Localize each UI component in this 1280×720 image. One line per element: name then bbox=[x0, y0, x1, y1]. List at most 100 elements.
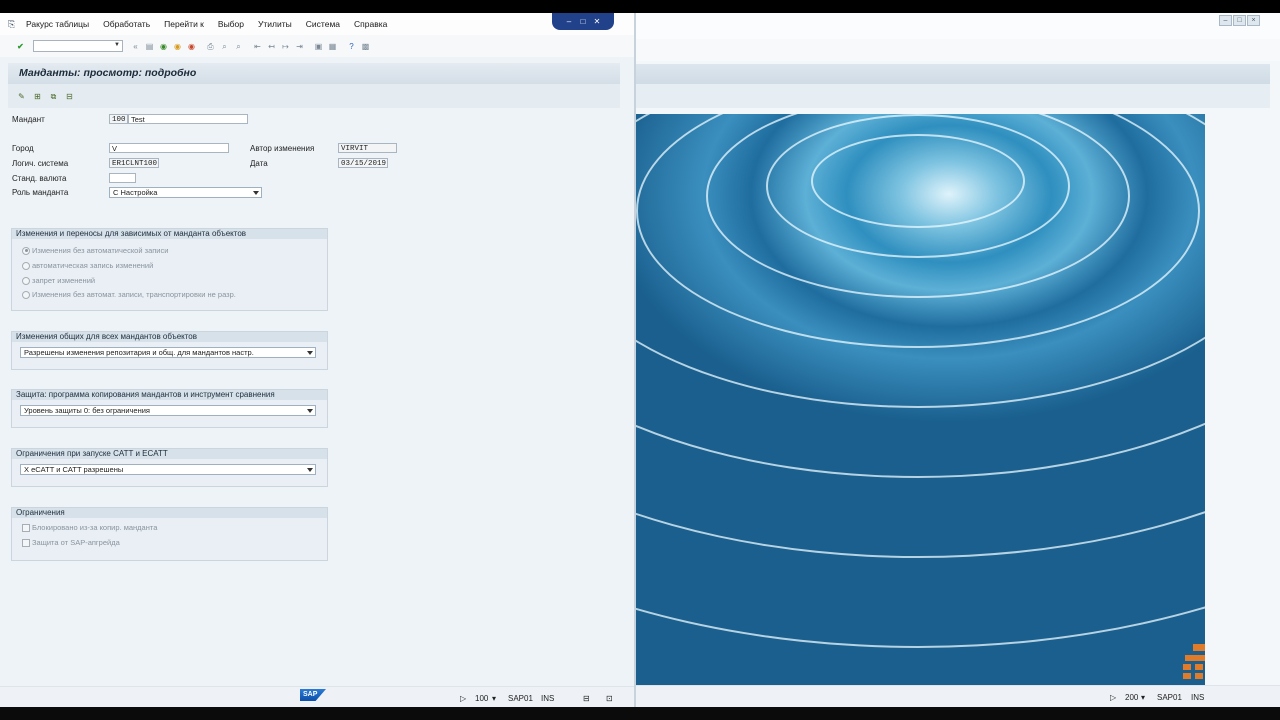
radio-button[interactable] bbox=[22, 276, 30, 285]
menu-item-help[interactable]: Справка bbox=[354, 19, 387, 29]
sap-main-window: ⎘ Ракурс таблицы Обработать Перейти к Вы… bbox=[0, 13, 636, 708]
checkbox[interactable] bbox=[22, 523, 30, 532]
catt-group: Ограничения при запуске CATT и ECATT X e… bbox=[11, 448, 328, 487]
city-field[interactable]: V bbox=[109, 143, 229, 153]
protection-dropdown[interactable]: Уровень защиты 0: без ограничения bbox=[20, 405, 316, 416]
copy-icon[interactable]: ⧉ bbox=[48, 91, 59, 102]
play-icon[interactable]: ▷ bbox=[460, 694, 466, 703]
cross-client-dropdown[interactable]: Разрешены изменения репозитария и общ. д… bbox=[20, 347, 316, 358]
previous-page-icon[interactable]: ↤ bbox=[266, 41, 277, 52]
currency-field[interactable] bbox=[109, 173, 136, 183]
cross-client-group-title: Изменения общих для всех мандантов объек… bbox=[12, 332, 327, 342]
radio-button[interactable] bbox=[22, 246, 30, 255]
layout-menu-icon[interactable]: ▩ bbox=[360, 41, 371, 52]
catt-group-title: Ограничения при запуске CATT и ECATT bbox=[12, 449, 327, 459]
minimize-icon[interactable]: – bbox=[1219, 15, 1232, 26]
close-icon[interactable]: ✕ bbox=[592, 17, 602, 26]
back-icon[interactable]: ◉ bbox=[158, 41, 169, 52]
chevron-down-icon[interactable] bbox=[253, 191, 259, 195]
background-app-toolbar bbox=[636, 84, 1270, 108]
chevron-down-icon[interactable] bbox=[307, 468, 313, 472]
display-change-icon[interactable]: ✎ bbox=[16, 91, 27, 102]
changed-by-label: Автор изменения bbox=[250, 144, 315, 153]
close-icon[interactable]: × bbox=[1247, 15, 1260, 26]
logical-system-field[interactable]: ER1CLNT100 bbox=[109, 158, 159, 168]
currency-label: Станд. валюта bbox=[12, 174, 67, 183]
checkbox-option[interactable]: Блокировано из-за копир. мандантa bbox=[22, 523, 157, 532]
checkbox-label: Блокировано из-за копир. мандантa bbox=[32, 523, 158, 532]
cross-client-value: Разрешены изменения репозитария и общ. д… bbox=[24, 348, 254, 357]
save-icon[interactable]: ▤ bbox=[144, 41, 155, 52]
menu-item-utilities[interactable]: Утилиты bbox=[258, 19, 292, 29]
client-changes-group: Изменения и переносы для зависимых от ма… bbox=[11, 228, 328, 311]
chevron-down-icon[interactable] bbox=[307, 409, 313, 413]
minimize-icon[interactable]: – bbox=[564, 17, 574, 26]
radio-option[interactable]: запрет изменений bbox=[22, 276, 95, 285]
lock-icon[interactable]: ⊡ bbox=[606, 694, 613, 703]
radio-option-label: Изменения без автомат. записи, транспорт… bbox=[32, 290, 236, 299]
next-page-icon[interactable]: ↦ bbox=[280, 41, 291, 52]
menu-item-selection[interactable]: Выбор bbox=[218, 19, 244, 29]
radio-option-label: запрет изменений bbox=[32, 276, 96, 285]
date-field: 03/15/2019 bbox=[338, 158, 388, 168]
menu-item-system[interactable]: Система bbox=[306, 19, 340, 29]
application-toolbar: ✎ ⊞ ⧉ ⊟ bbox=[8, 84, 620, 108]
background-window-controls[interactable]: – □ × bbox=[1219, 15, 1260, 26]
chevron-down-icon[interactable]: ▼ bbox=[114, 42, 120, 48]
catt-dropdown[interactable]: X eCATT и CATT разрешены bbox=[20, 464, 316, 475]
client-label: Мандант bbox=[12, 115, 45, 124]
checkbox-option[interactable]: Защита от SAP-апгрейда bbox=[22, 538, 120, 547]
app-menu-icon[interactable]: ⎘ bbox=[8, 19, 20, 29]
cross-client-group: Изменения общих для всех мандантов объек… bbox=[11, 331, 328, 370]
client-name-field[interactable]: Test bbox=[128, 114, 248, 124]
exit-icon[interactable]: ◉ bbox=[172, 41, 183, 52]
menu-bar: ⎘ Ракурс таблицы Обработать Перейти к Вы… bbox=[0, 13, 634, 35]
menu-item-goto[interactable]: Перейти к bbox=[164, 19, 204, 29]
radio-option[interactable]: Изменения без автомат. записи, транспорт… bbox=[22, 290, 236, 299]
client-role-dropdown[interactable]: C Настройка bbox=[109, 187, 262, 198]
double-left-icon[interactable]: « bbox=[130, 41, 141, 52]
radio-option-label: Изменения без автоматической записи bbox=[32, 246, 169, 255]
first-page-icon[interactable]: ⇤ bbox=[252, 41, 263, 52]
status-bar: SAP ▷ 100 ▾ SAP01 INS ⊟ ⊡ bbox=[0, 686, 634, 708]
background-sap-window: – □ × ▷ 200 ▾ SAP01 INS bbox=[636, 13, 1280, 708]
background-title-strip bbox=[636, 64, 1270, 84]
last-page-icon[interactable]: ⇥ bbox=[294, 41, 305, 52]
background-status-bar: ▷ 200 ▾ SAP01 INS bbox=[636, 685, 1280, 708]
chevron-down-icon[interactable]: ▾ bbox=[492, 694, 496, 703]
play-icon[interactable]: ▷ bbox=[1110, 693, 1116, 702]
radio-button[interactable] bbox=[22, 290, 30, 299]
layout-icon[interactable]: ⊟ bbox=[583, 694, 590, 703]
radio-button[interactable] bbox=[22, 261, 30, 270]
find-next-icon[interactable]: ⌕ bbox=[233, 41, 244, 52]
find-icon[interactable]: ⌕ bbox=[219, 41, 230, 52]
background-status-client: 200 bbox=[1125, 693, 1139, 702]
sap-logo: SAP bbox=[300, 689, 326, 701]
radio-option[interactable]: Изменения без автоматической записи bbox=[22, 246, 168, 255]
print-icon[interactable]: ⎙ bbox=[205, 41, 216, 52]
shortcut-icon[interactable]: ▦ bbox=[327, 41, 338, 52]
maximize-icon[interactable]: □ bbox=[1233, 15, 1246, 26]
new-session-icon[interactable]: ▣ bbox=[313, 41, 324, 52]
chevron-down-icon[interactable]: ▾ bbox=[1141, 693, 1145, 702]
delete-icon[interactable]: ⊟ bbox=[64, 91, 75, 102]
enter-check-icon[interactable]: ✔ bbox=[15, 41, 26, 52]
command-field[interactable]: ▼ bbox=[33, 40, 123, 52]
ripple-ring bbox=[636, 114, 1205, 648]
cancel-icon[interactable]: ◉ bbox=[186, 41, 197, 52]
checkbox-label: Защита от SAP-апгрейда bbox=[32, 538, 120, 547]
status-client: 100 bbox=[475, 694, 489, 703]
title-bar: Манданты: просмотр: подробно bbox=[8, 63, 620, 84]
menu-item-table-view[interactable]: Ракурс таблицы bbox=[26, 19, 89, 29]
checkbox[interactable] bbox=[22, 538, 30, 547]
menu-item-edit[interactable]: Обработать bbox=[103, 19, 150, 29]
status-mode: INS bbox=[541, 694, 555, 703]
help-icon[interactable]: ? bbox=[346, 41, 357, 52]
standard-toolbar: ✔ ▼ « ▤ ◉ ◉ ◉ ⎙ ⌕ ⌕ ⇤ ↤ ↦ ⇥ ▣ ▦ ? ▩ bbox=[0, 35, 634, 57]
radio-option[interactable]: автоматическая запись изменений bbox=[22, 261, 153, 270]
chevron-down-icon[interactable] bbox=[307, 351, 313, 355]
maximize-icon[interactable]: □ bbox=[578, 17, 588, 26]
new-entry-icon[interactable]: ⊞ bbox=[32, 91, 43, 102]
client-role-value: C Настройка bbox=[113, 188, 158, 197]
sap-splash-image bbox=[636, 114, 1205, 686]
